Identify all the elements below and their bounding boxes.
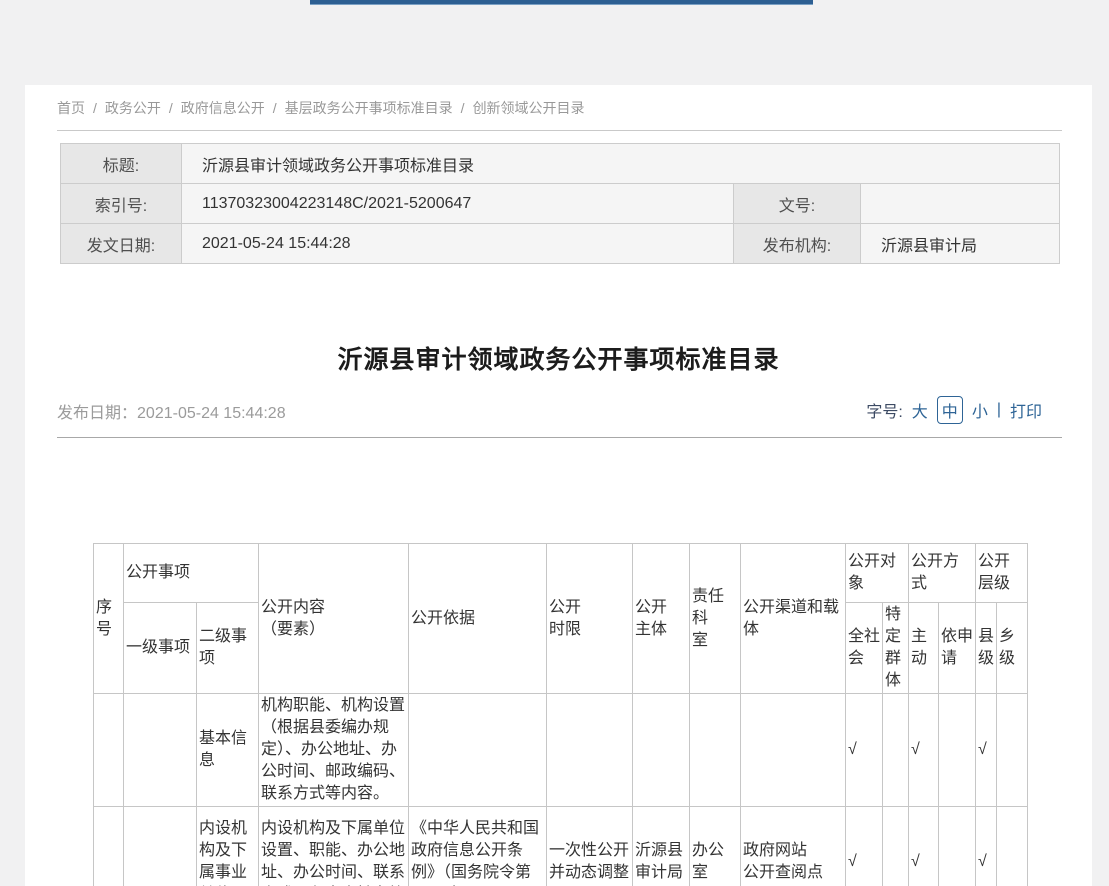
print-button[interactable]: 打印 xyxy=(1010,398,1042,422)
meta-row-title: 标题: 沂源县审计领域政务公开事项标准目录 xyxy=(61,144,1060,184)
cell-r1-neirong: 机构职能、机构设置（根据县委编办规定）、办公地址、办公时间、邮政编码、联系方式等… xyxy=(259,694,409,807)
header-yiji-shixiang: 一级事项 xyxy=(124,603,197,694)
meta-date-value: 2021-05-24 15:44:28 xyxy=(182,224,734,264)
breadcrumb: 首页 / 政务公开 / 政府信息公开 / 基层政务公开事项标准目录 / 创新领域公开目录 xyxy=(57,98,585,118)
meta-title-label: 标题: xyxy=(61,144,182,184)
header-gongkai-shixiang: 公开事项 xyxy=(124,544,259,603)
cell-r1-qudao xyxy=(741,694,846,807)
publish-row: 发布日期：2021-05-24 15:44:28 字号: 大 中 小 | 打印 xyxy=(57,396,1062,422)
meta-date-label: 发文日期: xyxy=(61,224,182,264)
cell-r1-shixian xyxy=(547,694,633,807)
breadcrumb-divider xyxy=(57,130,1062,131)
content-card: 首页 / 政务公开 / 政府信息公开 / 基层政务公开事项标准目录 / 创新领域公开目录 标题:… xyxy=(25,85,1092,886)
header-zhudong: 主 动 xyxy=(909,603,939,694)
cell-r2-quanshehui-check: √ xyxy=(846,807,883,886)
cell-r2-zhudong-check: √ xyxy=(909,807,939,886)
cell-r2-keshi: 办公室 xyxy=(690,807,741,886)
header-erji-shixiang: 二级事 项 xyxy=(197,603,259,694)
breadcrumb-separator: / xyxy=(93,100,97,116)
header-gongkai-zhuti: 公开 主体 xyxy=(633,544,690,694)
cell-r2-zhuti: 沂源县 审计局 xyxy=(633,807,690,886)
breadcrumb-chuangxin-mulu[interactable]: 创新领域公开目录 xyxy=(473,100,585,116)
meta-agency-label: 发布机构: xyxy=(734,224,861,264)
breadcrumb-separator: / xyxy=(273,100,277,116)
publish-date: 发布日期：2021-05-24 15:44:28 xyxy=(57,399,286,423)
top-nav-bar-fragment xyxy=(310,0,813,5)
breadcrumb-separator: / xyxy=(461,100,465,116)
page-title: 沂源县审计领域政务公开事项标准目录 xyxy=(25,340,1092,376)
page: 首页 / 政务公开 / 政府信息公开 / 基层政务公开事项标准目录 / 创新领域公开目录 标题:… xyxy=(0,0,1109,886)
header-gongkai-shixian: 公开 时限 xyxy=(547,544,633,694)
meta-docnumber-label: 文号: xyxy=(734,184,861,224)
cell-r2-erji: 内设机构及下属事业单位 xyxy=(197,807,259,886)
cell-r2-neirong: 内设机构及下属单位设置、职能、办公地址、办公时间、联系方式、负责人姓名等 xyxy=(259,807,409,886)
header-quanshehui: 全社 会 xyxy=(846,603,883,694)
cell-r2-teding xyxy=(883,807,909,886)
print-divider: | xyxy=(997,401,1001,419)
cell-r2-yiji xyxy=(124,807,197,886)
cell-r1-xuhao xyxy=(94,694,124,807)
header-teding-qunti: 特 定 群 体 xyxy=(883,603,909,694)
header-xuhao: 序 号 xyxy=(94,544,124,694)
publish-date-label: 发布日期： xyxy=(57,405,137,422)
cell-r2-xuhao xyxy=(94,807,124,886)
catalog-header-row-1: 序 号 公开事项 公开内容 （要素） 公开依据 公开 时限 公开 主体 责任科 … xyxy=(94,544,1028,603)
header-xianji: 县 级 xyxy=(976,603,997,694)
cell-r1-yishenqing xyxy=(939,694,976,807)
header-gongkai-fangshi: 公开方式 xyxy=(909,544,976,603)
breadcrumb-home[interactable]: 首页 xyxy=(57,100,85,116)
content-divider xyxy=(57,437,1062,438)
header-zeren-keshi: 责任科 室 xyxy=(690,544,741,694)
meta-index-value: 11370323004223148C/2021-5200647 xyxy=(182,184,734,224)
catalog-row-internal-orgs: 内设机构及下属事业单位 内设机构及下属单位设置、职能、办公地址、办公时间、联系方… xyxy=(94,807,1028,886)
meta-title-value: 沂源县审计领域政务公开事项标准目录 xyxy=(182,144,1060,184)
cell-r1-zhuti xyxy=(633,694,690,807)
breadcrumb-separator: / xyxy=(169,100,173,116)
meta-index-label: 索引号: xyxy=(61,184,182,224)
breadcrumb-zhengfu-xinxi-gongkai[interactable]: 政府信息公开 xyxy=(181,100,265,116)
breadcrumb-zhengwu-gongkai[interactable]: 政务公开 xyxy=(105,100,161,116)
cell-r1-keshi xyxy=(690,694,741,807)
meta-row-index: 索引号: 11370323004223148C/2021-5200647 文号: xyxy=(61,184,1060,224)
cell-r2-yishenqing xyxy=(939,807,976,886)
font-size-label: 字号: xyxy=(866,398,902,422)
cell-r1-xianji-check: √ xyxy=(976,694,997,807)
breadcrumb-jiceng-mulu[interactable]: 基层政务公开事项标准目录 xyxy=(285,100,453,116)
font-size-small-button[interactable]: 小 xyxy=(972,398,988,422)
cell-r1-yiji xyxy=(124,694,197,807)
publish-date-value: 2021-05-24 15:44:28 xyxy=(137,405,286,422)
header-gongkai-duixiang: 公开对 象 xyxy=(846,544,909,603)
font-size-large-button[interactable]: 大 xyxy=(912,398,928,422)
cell-r2-yiju: 《中华人民共和国政府信息公开条例》（国务院令第711号） xyxy=(409,807,547,886)
cell-r2-qudao: 政府网站 公开查阅点 xyxy=(741,807,846,886)
catalog-table: 序 号 公开事项 公开内容 （要素） 公开依据 公开 时限 公开 主体 责任科 … xyxy=(93,543,1028,886)
cell-r1-teding xyxy=(883,694,909,807)
header-yishenqing: 依申 请 xyxy=(939,603,976,694)
cell-r2-xiangji xyxy=(997,807,1028,886)
meta-docnumber-value xyxy=(861,184,1060,224)
header-xiangji: 乡 级 xyxy=(997,603,1028,694)
header-gongkai-yiju: 公开依据 xyxy=(409,544,547,694)
header-qudao-zaiti: 公开渠道和载 体 xyxy=(741,544,846,694)
catalog-row-basic-info: 基本信 息 机构职能、机构设置（根据县委编办规定）、办公地址、办公时间、邮政编码… xyxy=(94,694,1028,807)
cell-r1-quanshehui-check: √ xyxy=(846,694,883,807)
cell-r2-shixian: 一次性公开并动态调整 xyxy=(547,807,633,886)
header-gongkai-cengji: 公开 层级 xyxy=(976,544,1028,603)
cell-r1-erji: 基本信 息 xyxy=(197,694,259,807)
cell-r1-xiangji xyxy=(997,694,1028,807)
font-size-controls: 字号: 大 中 小 | 打印 xyxy=(866,396,1042,424)
cell-r1-zhudong-check: √ xyxy=(909,694,939,807)
cell-r1-yiju xyxy=(409,694,547,807)
font-size-medium-button[interactable]: 中 xyxy=(937,396,963,424)
meta-agency-value: 沂源县审计局 xyxy=(861,224,1060,264)
header-gongkai-neirong: 公开内容 （要素） xyxy=(259,544,409,694)
meta-row-date: 发文日期: 2021-05-24 15:44:28 发布机构: 沂源县审计局 xyxy=(61,224,1060,264)
document-meta-table: 标题: 沂源县审计领域政务公开事项标准目录 索引号: 1137032300422… xyxy=(60,143,1060,264)
cell-r2-xianji-check: √ xyxy=(976,807,997,886)
